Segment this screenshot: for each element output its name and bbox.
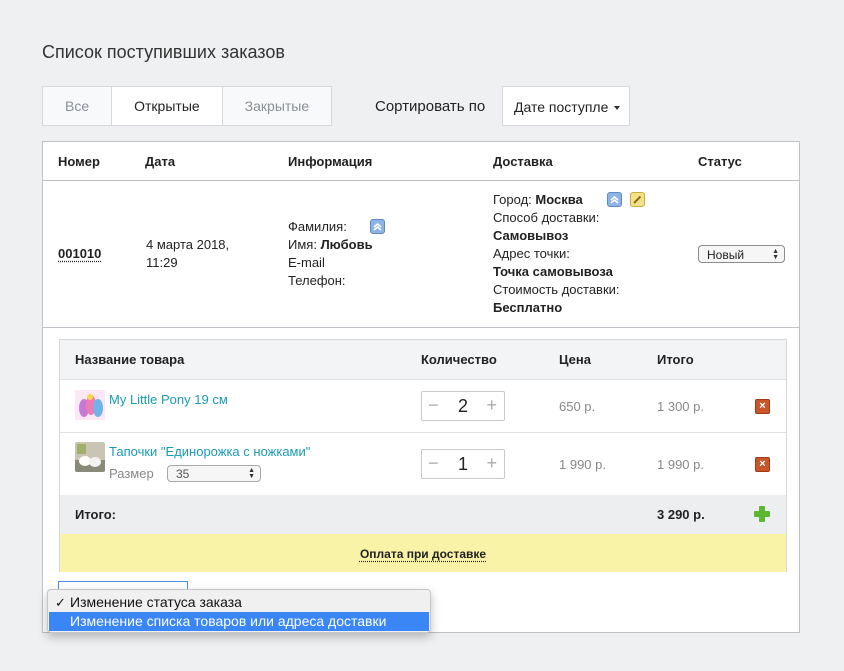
- product-total: 1 300 р.: [657, 399, 704, 414]
- product-thumbnail: [75, 442, 105, 472]
- dropdown-item-label: Изменение списка товаров или адреса дост…: [70, 613, 387, 629]
- method-label: Способ доставки:: [493, 210, 600, 225]
- header-price: Цена: [559, 352, 591, 367]
- size-label: Размер: [109, 466, 154, 481]
- name-label: Имя:: [288, 237, 317, 252]
- order-number[interactable]: 001010: [58, 245, 101, 263]
- phone-label: Телефон:: [288, 273, 346, 288]
- header-product-name: Название товара: [75, 352, 185, 367]
- quantity-stepper: − 1 +: [421, 449, 505, 479]
- header-status: Статус: [698, 154, 742, 169]
- header-total: Итого: [657, 352, 694, 367]
- payment-method[interactable]: Оплата при доставке: [60, 547, 786, 561]
- header-number: Номер: [58, 154, 100, 169]
- address-value: Точка самовывоза: [493, 264, 613, 279]
- name-value: Любовь: [320, 237, 373, 252]
- sort-label: Сортировать по: [375, 98, 486, 115]
- city-label: Город:: [493, 192, 532, 207]
- increment-button[interactable]: +: [486, 395, 497, 415]
- updown-icon: ▲ ▼: [248, 467, 255, 480]
- cost-label: Стоимость доставки:: [493, 282, 620, 297]
- header-delivery: Доставка: [493, 154, 553, 169]
- header-divider: [43, 180, 799, 181]
- size-value: 35: [176, 467, 190, 481]
- header-info: Информация: [288, 154, 373, 169]
- status-select[interactable]: Новый ▲ ▼: [698, 245, 785, 263]
- tab-open[interactable]: Открытые: [112, 87, 223, 125]
- size-select[interactable]: 35 ▲ ▼: [167, 465, 261, 482]
- address-label: Адрес точки:: [493, 246, 570, 261]
- add-plus-icon[interactable]: [754, 506, 770, 522]
- product-price: 1 990 р.: [559, 457, 606, 472]
- tab-all[interactable]: Все: [43, 87, 113, 125]
- dropdown-item-products-change[interactable]: Изменение списка товаров или адреса дост…: [49, 612, 429, 631]
- total-label: Итого:: [75, 507, 116, 522]
- delete-icon[interactable]: ×: [755, 457, 770, 472]
- products-table: Название товара Количество Цена Итого My…: [59, 339, 787, 572]
- order-divider: [43, 327, 799, 328]
- total-value: 3 290 р.: [657, 507, 705, 522]
- method-value: Самовывоз: [493, 228, 569, 243]
- dropdown-item-label: Изменение статуса заказа: [70, 594, 242, 610]
- action-dropdown-menu: ✓ Изменение статуса заказа Изменение спи…: [47, 589, 431, 633]
- header-date: Дата: [145, 154, 176, 169]
- email-label: E-mail: [288, 255, 325, 270]
- tab-closed[interactable]: Закрытые: [223, 87, 331, 125]
- surname-label: Фамилия:: [288, 219, 347, 234]
- product-total: 1 990 р.: [657, 457, 704, 472]
- updown-icon: ▲ ▼: [772, 248, 779, 261]
- header-qty: Количество: [421, 352, 497, 367]
- checkmark-icon: ✓: [55, 595, 66, 610]
- quantity-stepper: − 2 +: [421, 391, 505, 421]
- sort-select-value: Дате поступле: [514, 99, 609, 115]
- product-thumbnail: [75, 390, 105, 420]
- order-date: 4 марта 2018,: [146, 237, 230, 252]
- product-link[interactable]: My Little Pony 19 см: [109, 392, 228, 407]
- order-time: 11:29: [146, 255, 178, 270]
- sort-select[interactable]: Дате поступле: [502, 86, 630, 126]
- increment-button[interactable]: +: [486, 453, 497, 473]
- caret-down-icon: [614, 106, 620, 110]
- delete-icon[interactable]: ×: [755, 399, 770, 414]
- status-value: Новый: [707, 248, 745, 262]
- edit-pencil-icon[interactable]: [630, 192, 645, 207]
- expand-up-icon[interactable]: [370, 219, 385, 234]
- city-value: Москва: [535, 192, 583, 207]
- page-title: Список поступивших заказов: [42, 42, 285, 62]
- product-link[interactable]: Тапочки "Единорожка с ножками": [109, 444, 310, 459]
- order-filter-tabs: Все Открытые Закрытые: [42, 86, 333, 126]
- cost-value: Бесплатно: [493, 300, 563, 315]
- orders-table: Номер Дата Информация Доставка Статус 00…: [42, 141, 800, 633]
- dropdown-item-status-change[interactable]: ✓ Изменение статуса заказа: [49, 593, 429, 612]
- product-price: 650 р.: [559, 399, 596, 414]
- expand-up-icon[interactable]: [607, 192, 622, 207]
